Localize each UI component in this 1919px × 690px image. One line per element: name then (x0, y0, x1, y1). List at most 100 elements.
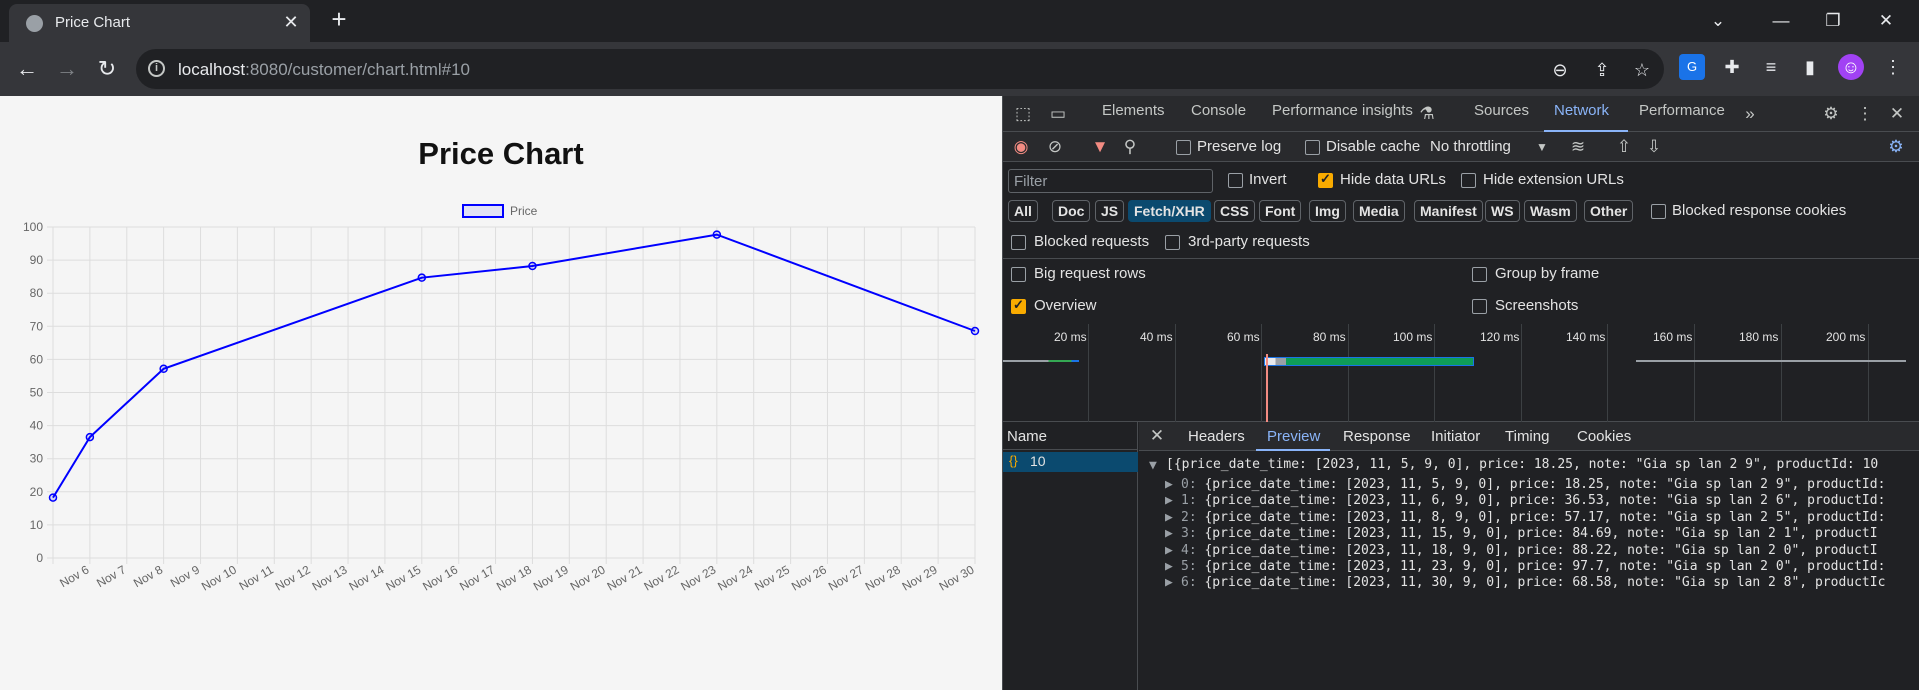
json-row[interactable]: 0: {price_date_time: [2023, 11, 5, 9, 0]… (1181, 477, 1885, 492)
extensions-puzzle-icon[interactable]: ✚ (1719, 54, 1745, 80)
filter-chip-font[interactable]: Font (1259, 200, 1302, 222)
x-tick-label: Nov 18 (494, 562, 534, 593)
blocked-response-cookies-checkbox[interactable] (1651, 204, 1666, 219)
filter-chip-other[interactable]: Other (1584, 200, 1634, 222)
x-tick-label: Nov 26 (789, 562, 829, 593)
bookmark-star-icon[interactable]: ☆ (1630, 58, 1654, 82)
json-row[interactable]: 3: {price_date_time: [2023, 11, 15, 9, 0… (1181, 526, 1878, 541)
throttling-select[interactable]: No throttling (1430, 138, 1511, 155)
tab-headers[interactable]: Headers (1188, 428, 1245, 445)
tab-response[interactable]: Response (1343, 428, 1411, 445)
forward-button[interactable]: → (52, 54, 82, 84)
settings-gear-icon[interactable]: ⚙ (1819, 102, 1843, 126)
filter-chip-all[interactable]: All (1008, 200, 1038, 222)
filter-chip-js[interactable]: JS (1095, 200, 1125, 222)
close-detail-icon[interactable]: ✕ (1145, 424, 1169, 448)
profile-avatar-icon[interactable]: ☺ (1838, 54, 1864, 80)
restore-button[interactable]: ❐ (1810, 6, 1856, 36)
filter-chip-css[interactable]: CSS (1214, 200, 1255, 222)
import-har-icon[interactable]: ⇧ (1612, 135, 1636, 159)
filter-chip-fetch-xhr[interactable]: Fetch/XHR (1128, 200, 1211, 222)
expand-triangle-icon[interactable]: ▶ (1165, 493, 1173, 508)
expand-triangle-icon[interactable]: ▶ (1165, 559, 1173, 574)
price-data-point (159, 364, 168, 374)
new-tab-button[interactable]: + (325, 6, 353, 34)
browser-tab[interactable]: Price Chart ✕ (9, 4, 310, 42)
inspect-element-icon[interactable]: ⬚ (1011, 102, 1035, 126)
expand-triangle-icon[interactable]: ▶ (1165, 526, 1173, 541)
disable-cache-checkbox[interactable] (1305, 140, 1320, 155)
translate-extension-icon[interactable]: G (1679, 54, 1705, 80)
tab-sources[interactable]: Sources (1474, 102, 1529, 119)
json-row[interactable]: 1: {price_date_time: [2023, 11, 6, 9, 0]… (1181, 493, 1885, 508)
big-request-rows-checkbox[interactable] (1011, 267, 1026, 282)
preserve-log-checkbox[interactable] (1176, 140, 1191, 155)
tab-performance[interactable]: Performance (1639, 102, 1725, 119)
close-tab-icon[interactable]: ✕ (280, 11, 302, 33)
filter-field[interactable] (1008, 169, 1213, 193)
json-row[interactable]: 6: {price_date_time: [2023, 11, 30, 9, 0… (1181, 575, 1885, 590)
overview-checkbox[interactable] (1011, 297, 1026, 314)
site-info-icon[interactable]: i (148, 60, 165, 77)
zoom-icon[interactable]: ⊖ (1548, 58, 1572, 82)
tab-elements[interactable]: Elements (1102, 102, 1165, 119)
expand-triangle-icon[interactable]: ▶ (1165, 575, 1173, 590)
device-toolbar-icon[interactable]: ▭ (1046, 102, 1070, 126)
hide-extension-urls-checkbox[interactable] (1461, 173, 1476, 188)
tab-initiator[interactable]: Initiator (1431, 428, 1480, 445)
filter-chip-media[interactable]: Media (1353, 200, 1405, 222)
devtools-menu-icon[interactable]: ⋮ (1853, 102, 1877, 126)
network-overview-timeline[interactable]: 20 ms 40 ms 60 ms 80 ms 100 ms 120 ms 14… (1003, 324, 1919, 422)
search-icon[interactable]: ⚲ (1118, 135, 1142, 159)
record-stop-icon[interactable]: ◉ (1009, 135, 1033, 159)
filter-chip-manifest[interactable]: Manifest (1414, 200, 1483, 222)
tab-console[interactable]: Console (1191, 102, 1246, 119)
back-button[interactable]: ← (12, 54, 42, 84)
y-tick-label: 0 (36, 551, 43, 565)
export-har-icon[interactable]: ⇩ (1642, 135, 1666, 159)
expand-triangle-icon[interactable]: ▶ (1165, 510, 1173, 525)
json-root-line[interactable]: [{price_date_time: [2023, 11, 5, 9, 0], … (1166, 457, 1878, 472)
more-tabs-icon[interactable]: » (1738, 102, 1762, 126)
side-panel-icon[interactable]: ▮ (1797, 54, 1823, 80)
url-text[interactable]: localhost:8080/customer/chart.html#10 (178, 60, 470, 80)
close-window-button[interactable]: ✕ (1863, 6, 1909, 36)
dropdown-caret-icon[interactable]: ▼ (1530, 135, 1554, 159)
media-queue-icon[interactable]: ≡ (1758, 54, 1784, 80)
json-row[interactable]: 2: {price_date_time: [2023, 11, 8, 9, 0]… (1181, 510, 1885, 525)
expand-triangle-icon[interactable]: ▶ (1165, 543, 1173, 558)
close-devtools-icon[interactable]: ✕ (1885, 102, 1909, 126)
group-by-frame-label: Group by frame (1495, 265, 1600, 282)
reload-button[interactable]: ↻ (92, 54, 122, 84)
json-row[interactable]: 4: {price_date_time: [2023, 11, 18, 9, 0… (1181, 543, 1878, 558)
blocked-requests-checkbox[interactable] (1011, 235, 1026, 250)
address-bar[interactable]: i localhost:8080/customer/chart.html#10 … (136, 49, 1664, 89)
minimize-button[interactable]: — (1758, 6, 1804, 36)
tab-network[interactable]: Network (1554, 102, 1609, 119)
filter-chip-img[interactable]: Img (1309, 200, 1346, 222)
tab-search-icon[interactable]: ⌄ (1695, 6, 1741, 36)
request-row[interactable]: {} 10 (1003, 452, 1138, 472)
tab-preview[interactable]: Preview (1267, 428, 1320, 445)
filter-funnel-icon[interactable]: ▼ (1088, 135, 1112, 159)
filter-chip-doc[interactable]: Doc (1052, 200, 1091, 222)
network-conditions-icon[interactable]: ≋ (1566, 135, 1590, 159)
json-row[interactable]: 5: {price_date_time: [2023, 11, 23, 9, 0… (1181, 559, 1885, 574)
network-settings-icon[interactable]: ⚙ (1884, 135, 1908, 159)
share-icon[interactable]: ⇪ (1590, 58, 1614, 82)
expand-triangle-icon[interactable]: ▼ (1149, 458, 1157, 473)
filter-chip-wasm[interactable]: Wasm (1524, 200, 1577, 222)
screenshots-checkbox[interactable] (1472, 299, 1487, 314)
expand-triangle-icon[interactable]: ▶ (1165, 477, 1173, 492)
invert-checkbox[interactable] (1228, 173, 1243, 188)
tab-timing[interactable]: Timing (1505, 428, 1549, 445)
third-party-checkbox[interactable] (1165, 235, 1180, 250)
hide-data-urls-checkbox[interactable] (1318, 171, 1333, 188)
clear-icon[interactable]: ⊘ (1043, 135, 1067, 159)
menu-kebab-icon[interactable]: ⋮ (1880, 54, 1906, 80)
tab-cookies[interactable]: Cookies (1577, 428, 1631, 445)
group-by-frame-checkbox[interactable] (1472, 267, 1487, 282)
filter-input[interactable] (1009, 170, 1212, 192)
filter-chip-ws[interactable]: WS (1485, 200, 1520, 222)
tab-performance-insights[interactable]: Performance insights (1272, 102, 1413, 119)
